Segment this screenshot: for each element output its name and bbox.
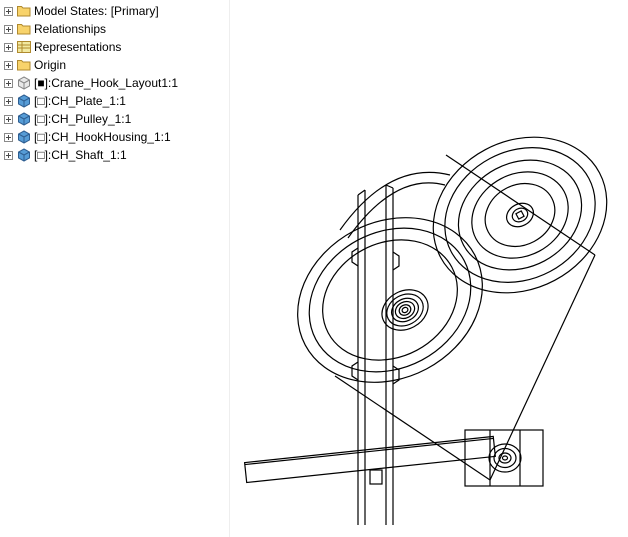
expand-icon[interactable] [2,95,14,107]
part-icon [16,111,32,127]
tree-item-label: [□]:CH_Plate_1:1 [34,92,126,110]
expand-icon[interactable] [2,41,14,53]
folder-icon [16,3,32,19]
expand-icon[interactable] [2,149,14,161]
part-icon [16,129,32,145]
tree-item-label: [□]:CH_Shaft_1:1 [34,146,127,164]
expand-icon[interactable] [2,23,14,35]
tree-item-label: Relationships [34,20,106,38]
expand-icon[interactable] [2,113,14,125]
tree-item-label: [■]:Crane_Hook_Layout1:1 [34,74,178,92]
expand-icon[interactable] [2,5,14,17]
tree-item-label: Model States: [Primary] [34,2,159,20]
tree-item-label: Origin [34,56,66,74]
part-icon [16,93,32,109]
part-icon [16,147,32,163]
folder-icon [16,21,32,37]
expand-icon[interactable] [2,77,14,89]
expand-icon[interactable] [2,131,14,143]
wireframe-drawing [190,0,628,537]
layout-icon [16,75,32,91]
expand-icon[interactable] [2,59,14,71]
reps-icon [16,39,32,55]
folder-icon [16,57,32,73]
viewport[interactable] [230,0,628,537]
tree-item-label: [□]:CH_Pulley_1:1 [34,110,131,128]
tree-item-label: Representations [34,38,121,56]
tree-item-label: [□]:CH_HookHousing_1:1 [34,128,171,146]
